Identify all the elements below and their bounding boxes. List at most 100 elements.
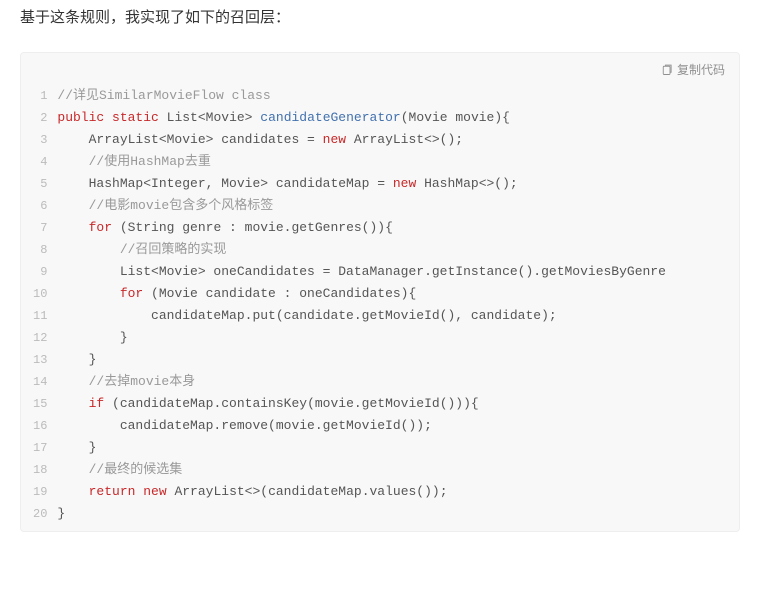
code-token: candidateMap.put(candidate.getMovieId(),… [57,308,556,323]
code-token: } [57,330,127,345]
code-line: 10 for (Movie candidate : oneCandidates)… [21,283,739,305]
code-line: 18 //最终的候选集 [21,459,739,481]
code-token: } [57,440,96,455]
code-token: ArrayList<Movie> candidates = [57,132,322,147]
code-token: //最终的候选集 [89,462,183,477]
line-number: 4 [21,151,57,173]
code-token: (Movie candidate : oneCandidates){ [143,286,416,301]
line-number: 16 [21,415,57,437]
line-number: 5 [21,173,57,195]
copy-code-label: 复制代码 [677,61,725,78]
code-token: if [89,396,105,411]
code-content: } [57,349,739,371]
line-number: 19 [21,481,57,503]
code-content: return new ArrayList<>(candidateMap.valu… [57,481,739,503]
code-token [57,484,88,499]
code-line: 7 for (String genre : movie.getGenres())… [21,217,739,239]
code-line: 4 //使用HashMap去重 [21,151,739,173]
line-number: 17 [21,437,57,459]
code-line: 20} [21,503,739,525]
code-content: //使用HashMap去重 [57,151,739,173]
code-token: HashMap<Integer, Movie> candidateMap = [57,176,392,191]
line-number: 10 [21,283,57,305]
code-line: 11 candidateMap.put(candidate.getMovieId… [21,305,739,327]
code-token: List<Movie> [167,110,253,125]
code-token: new [143,484,166,499]
code-token: //召回策略的实现 [120,242,227,257]
code-token [57,286,119,301]
code-content: if (candidateMap.containsKey(movie.getMo… [57,393,739,415]
code-token: static [112,110,159,125]
code-line: 1//详见SimilarMovieFlow class [21,85,739,107]
copy-icon [661,64,673,76]
code-line: 19 return new ArrayList<>(candidateMap.v… [21,481,739,503]
line-number: 12 [21,327,57,349]
code-line: 6 //电影movie包含多个风格标签 [21,195,739,217]
code-line: 13 } [21,349,739,371]
line-number: 14 [21,371,57,393]
code-token [57,198,88,213]
code-line: 9 List<Movie> oneCandidates = DataManage… [21,261,739,283]
code-token: for [89,220,112,235]
code-token: (Movie movie){ [401,110,510,125]
code-token [159,110,167,125]
code-token [57,242,119,257]
code-line: 15 if (candidateMap.containsKey(movie.ge… [21,393,739,415]
code-content: //召回策略的实现 [57,239,739,261]
code-token: for [120,286,143,301]
code-token [57,154,88,169]
code-token: ArrayList<>(); [346,132,463,147]
code-line: 8 //召回策略的实现 [21,239,739,261]
code-token: (String genre : movie.getGenres()){ [112,220,393,235]
code-content: } [57,503,739,525]
code-line: 2public static List<Movie> candidateGene… [21,107,739,129]
line-number: 15 [21,393,57,415]
code-content: public static List<Movie> candidateGener… [57,107,739,129]
code-block: 复制代码 1//详见SimilarMovieFlow class2public … [20,52,740,532]
code-line: 3 ArrayList<Movie> candidates = new Arra… [21,129,739,151]
code-token [57,220,88,235]
code-token: new [393,176,416,191]
code-content: //详见SimilarMovieFlow class [57,85,739,107]
code-token: } [57,506,65,521]
code-token: //去掉movie本身 [89,374,196,389]
code-content: //电影movie包含多个风格标签 [57,195,739,217]
code-content: candidateMap.remove(movie.getMovieId()); [57,415,739,437]
code-content: candidateMap.put(candidate.getMovieId(),… [57,305,739,327]
code-token: (candidateMap.containsKey(movie.getMovie… [104,396,478,411]
code-token [57,396,88,411]
code-content: ArrayList<Movie> candidates = new ArrayL… [57,129,739,151]
line-number: 13 [21,349,57,371]
copy-code-button[interactable]: 复制代码 [661,61,725,78]
line-number: 20 [21,503,57,525]
line-number: 8 [21,239,57,261]
line-number: 2 [21,107,57,129]
code-token: HashMap<>(); [416,176,517,191]
code-line: 16 candidateMap.remove(movie.getMovieId(… [21,415,739,437]
code-line: 5 HashMap<Integer, Movie> candidateMap =… [21,173,739,195]
code-token [57,374,88,389]
code-token [104,110,112,125]
code-token: public [57,110,104,125]
code-content: List<Movie> oneCandidates = DataManager.… [57,261,739,283]
intro-text: 基于这条规则，我实现了如下的召回层： [20,6,740,30]
code-line: 14 //去掉movie本身 [21,371,739,393]
code-token: List<Movie> oneCandidates = DataManager.… [57,264,666,279]
line-number: 9 [21,261,57,283]
line-number: 18 [21,459,57,481]
code-line: 17 } [21,437,739,459]
code-content: //去掉movie本身 [57,371,739,393]
code-token: candidateGenerator [260,110,400,125]
code-content: //最终的候选集 [57,459,739,481]
line-number: 11 [21,305,57,327]
code-token: new [323,132,346,147]
code-token [57,462,88,477]
code-line: 12 } [21,327,739,349]
line-number: 6 [21,195,57,217]
code-token: //使用HashMap去重 [89,154,211,169]
code-token: //详见SimilarMovieFlow class [57,88,270,103]
line-number: 7 [21,217,57,239]
code-token: return [89,484,136,499]
line-number: 1 [21,85,57,107]
code-token: ArrayList<>(candidateMap.values()); [167,484,448,499]
